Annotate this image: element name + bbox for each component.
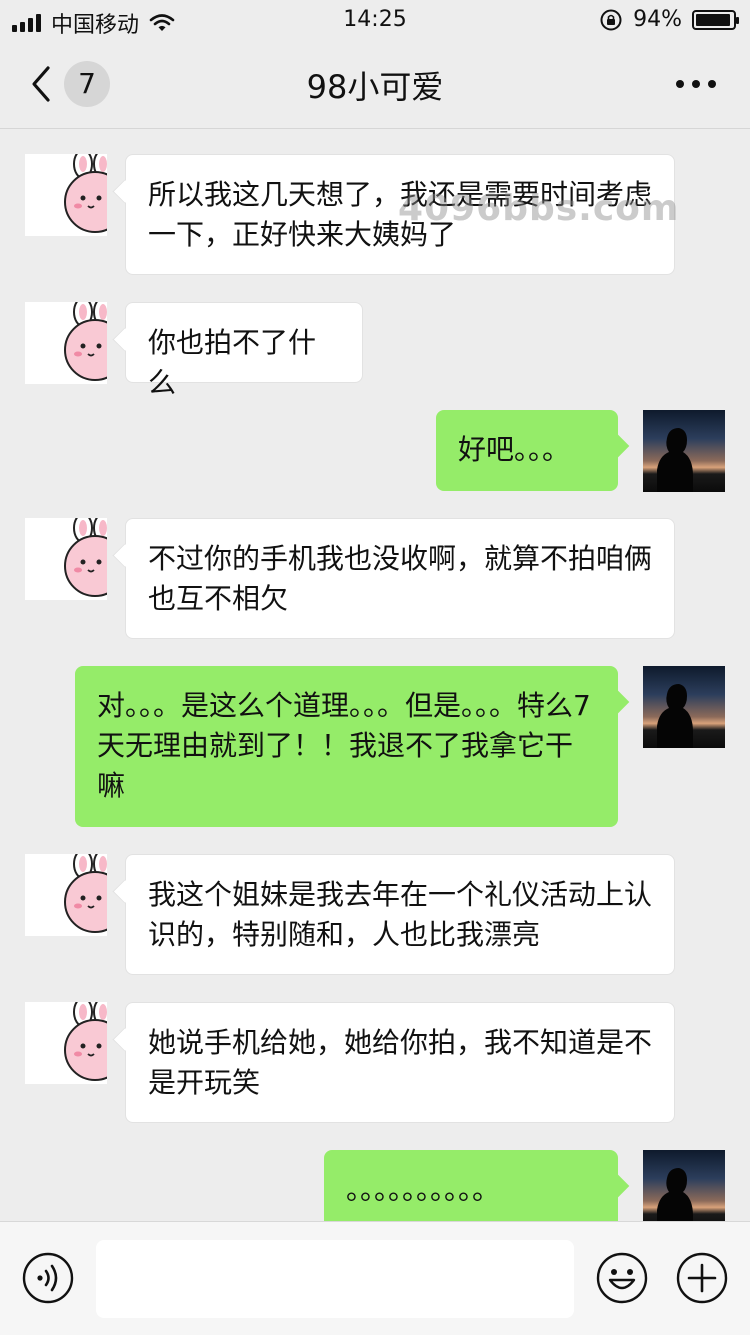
emoji-icon[interactable] [596, 1252, 648, 1304]
more-icon[interactable] [676, 80, 716, 88]
bunny-avatar[interactable] [25, 154, 107, 236]
nav-bar: 7 98小可爱 [0, 40, 750, 129]
status-right: 94% [599, 7, 739, 32]
bunny-avatar[interactable] [25, 302, 107, 384]
bunny-avatar[interactable] [25, 854, 107, 936]
message-incoming: 不过你的手机我也没收啊，就算不拍咱俩也互不相欠 [0, 518, 750, 640]
watermark: 4096bbs.com [398, 188, 680, 229]
voice-icon[interactable] [22, 1252, 74, 1304]
bunny-avatar[interactable] [25, 1002, 107, 1084]
silhouette-photo-avatar[interactable] [643, 666, 725, 748]
message-bubble[interactable]: 好吧。。。 [436, 410, 618, 491]
input-bar [0, 1221, 750, 1335]
message-outgoing: 好吧。。。 [0, 410, 750, 492]
message-outgoing: 对。。。是这么个道理。。。但是。。。特么7天无理由就到了！！我退不了我拿它干嘛 [0, 666, 750, 828]
message-bubble[interactable]: 她说手机给她，她给你拍，我不知道是不是开玩笑 [125, 1002, 675, 1123]
silhouette-photo-avatar[interactable] [643, 410, 725, 492]
message-bubble[interactable]: 对。。。是这么个道理。。。但是。。。特么7天无理由就到了！！我退不了我拿它干嘛 [75, 666, 618, 827]
rotation-lock-icon [600, 9, 622, 30]
chat-message-list[interactable]: 所以我这几天想了，我还是需要时间考虑一下，正好快来大姨妈了 你也拍不了什么 好吧… [0, 129, 750, 1221]
battery-icon [692, 9, 739, 30]
bunny-avatar[interactable] [25, 518, 107, 600]
message-input[interactable] [96, 1240, 574, 1318]
chat-title: 98小可爱 [306, 68, 444, 106]
message-incoming: 你也拍不了什么 [0, 302, 750, 399]
status-bar: 中国移动 14:25 94% [0, 0, 750, 40]
message-bubble[interactable]: 你也拍不了什么 [125, 302, 363, 399]
message-bubble[interactable]: 不过你的手机我也没收啊，就算不拍咱俩也互不相欠 [125, 518, 675, 639]
message-bubble[interactable]: 我这个姐妹是我去年在一个礼仪活动上认识的，特别随和，人也比我漂亮 [125, 854, 675, 975]
message-incoming: 她说手机给她，她给你拍，我不知道是不是开玩笑 [0, 1002, 750, 1124]
message-bubble[interactable]: 。。。。。。。。。。 [324, 1150, 618, 1221]
battery-fill [696, 13, 730, 26]
battery-percent: 94% [633, 7, 682, 32]
plus-icon[interactable] [676, 1252, 728, 1304]
message-incoming: 我这个姐妹是我去年在一个礼仪活动上认识的，特别随和，人也比我漂亮 [0, 854, 750, 976]
silhouette-photo-avatar[interactable] [643, 1150, 725, 1221]
message-outgoing: 。。。。。。。。。。 [0, 1150, 750, 1221]
